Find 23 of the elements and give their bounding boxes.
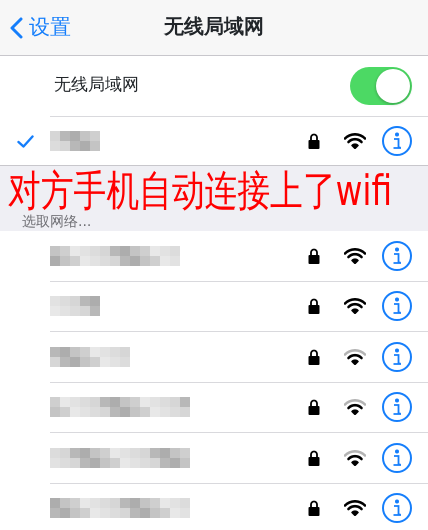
info-button[interactable] [382, 442, 412, 473]
pixelated-name-drawing [50, 131, 100, 151]
info-button[interactable] [382, 240, 412, 271]
info-button[interactable] [382, 392, 412, 422]
page-title: 无线局域网 [164, 14, 264, 38]
info-button[interactable] [382, 342, 412, 372]
info-icon [392, 297, 402, 316]
info-icon [392, 398, 402, 416]
info-icon [392, 246, 402, 265]
wifi-label: 无线局域网 [54, 74, 139, 98]
back-button[interactable]: 设置 [0, 0, 71, 56]
info-icon [392, 132, 402, 150]
info-icon [392, 499, 402, 518]
info-button[interactable] [382, 493, 412, 524]
info-button[interactable] [382, 126, 412, 156]
info-icon [392, 348, 402, 366]
info-icon [392, 448, 402, 467]
back-chevron-icon [10, 17, 23, 39]
pixelated-name-drawing [50, 296, 100, 316]
overlay-caption: 对方手机自动连接上了wifi [8, 170, 392, 212]
section-header: 选取网络... [22, 214, 92, 230]
wifi-toggle-switch[interactable] [350, 67, 412, 105]
info-button[interactable] [382, 291, 412, 322]
